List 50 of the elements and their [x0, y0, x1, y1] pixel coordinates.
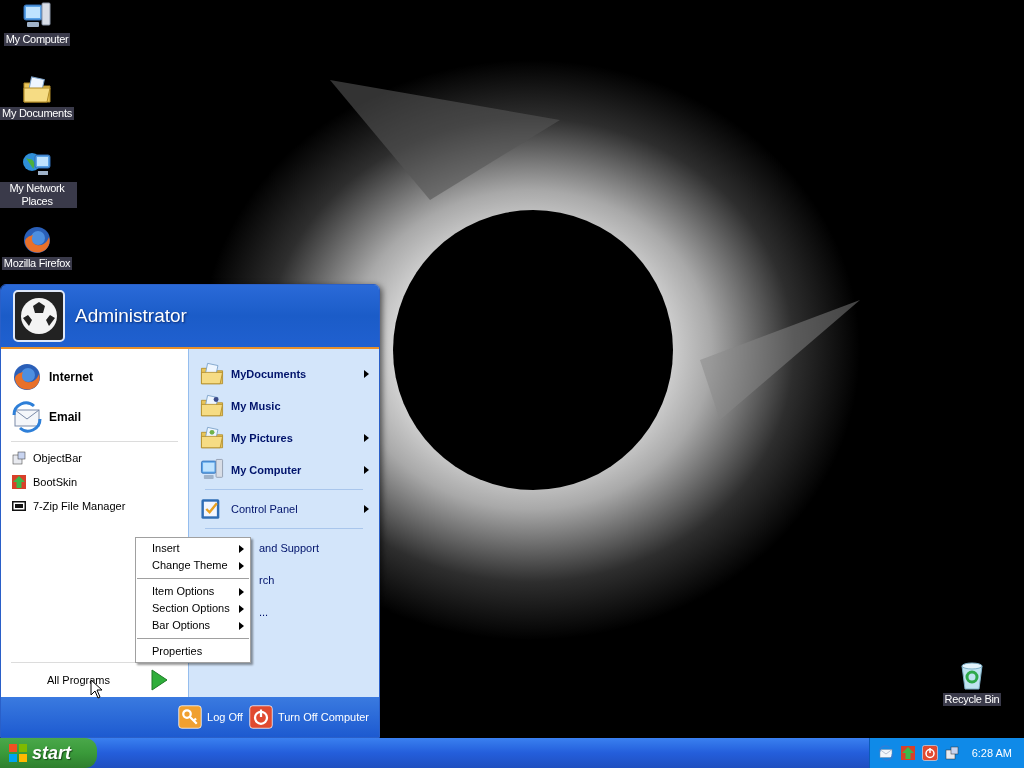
- windows-logo-icon: [8, 743, 28, 763]
- pinned-program[interactable]: Internet: [7, 357, 182, 397]
- footer-button[interactable]: Log Off: [178, 705, 243, 729]
- globe-icon: [11, 361, 43, 393]
- recent-program[interactable]: ObjectBar: [7, 446, 182, 470]
- arrow-up-icon: [11, 474, 27, 490]
- menu-item[interactable]: Properties: [136, 643, 250, 660]
- submenu-arrow-icon: [364, 505, 369, 513]
- power-icon: [248, 705, 273, 729]
- menu-item[interactable]: Item Options: [136, 583, 250, 600]
- desktop-icon-label[interactable]: My Network Places: [0, 182, 77, 208]
- recent-program[interactable]: 7-Zip File Manager: [7, 494, 182, 518]
- place-item[interactable]: My Music: [199, 390, 369, 422]
- desktop-icon-label[interactable]: Recycle Bin: [942, 693, 1002, 706]
- arrow-up-icon: [899, 745, 916, 761]
- start-button[interactable]: start: [0, 738, 97, 768]
- submenu-arrow-icon: [364, 370, 369, 378]
- desktop-icon-label[interactable]: Mozilla Firefox: [1, 257, 73, 270]
- play-arrow-icon: [150, 669, 168, 691]
- user-name: Administrator: [75, 303, 187, 328]
- menu-item[interactable]: Insert: [136, 540, 250, 557]
- globe-icon: [21, 224, 53, 256]
- place-item[interactable]: My Pictures: [199, 422, 369, 454]
- place-item[interactable]: My Computer: [199, 454, 369, 486]
- folder-icon: [199, 361, 225, 387]
- power-icon: [921, 745, 938, 761]
- folder-icon: [199, 425, 225, 451]
- menu-item[interactable]: Bar Options: [136, 617, 250, 634]
- submenu-arrow-icon: [364, 466, 369, 474]
- window-icon: [11, 450, 27, 466]
- avatar-icon: [13, 290, 65, 342]
- key-icon: [178, 705, 202, 729]
- envelope-icon: [877, 745, 894, 761]
- submenu-arrow-icon: [364, 434, 369, 442]
- folder-icon: [21, 74, 53, 106]
- desktop-icon-label[interactable]: My Documents: [0, 107, 74, 120]
- menu-item[interactable]: Change Theme: [136, 557, 250, 574]
- pinned-program[interactable]: Email: [7, 397, 182, 437]
- menu-item[interactable]: Section Options: [136, 600, 250, 617]
- clock: 6:28 AM: [970, 745, 1013, 761]
- footer-button[interactable]: Turn Off Computer: [248, 705, 369, 729]
- folder-icon: [199, 393, 225, 419]
- place-item[interactable]: MyDocuments: [199, 358, 369, 390]
- all-programs-button[interactable]: All Programs: [7, 663, 182, 697]
- place-item[interactable]: Control Panel: [199, 493, 369, 525]
- desktop-icon-label[interactable]: My Computer: [3, 33, 71, 46]
- envelope-icon: [11, 401, 43, 433]
- recent-program[interactable]: BootSkin: [7, 470, 182, 494]
- archive-icon: [11, 498, 27, 514]
- window-icon: [943, 745, 960, 761]
